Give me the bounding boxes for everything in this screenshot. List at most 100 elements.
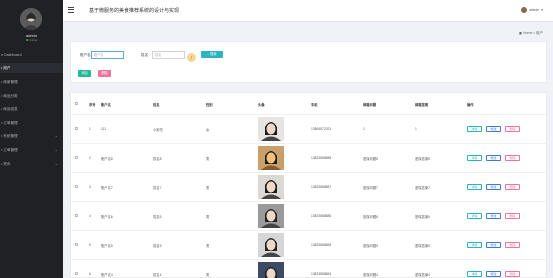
edit-button[interactable]: 修改 <box>486 213 501 219</box>
chevron-down-icon: ⌄ <box>54 147 58 152</box>
row-checkbox[interactable] <box>75 214 78 217</box>
row-checkbox[interactable] <box>75 156 78 159</box>
sidebar-item-label: • 订单管理 <box>1 121 18 125</box>
breadcrumb: Home • 用户 <box>518 31 543 36</box>
breadcrumb-separator: • <box>533 31 535 35</box>
edit-button[interactable]: 修改 <box>486 155 501 161</box>
edit-button[interactable]: 修改 <box>486 126 501 132</box>
cell-account: 账户名8 <box>101 157 113 161</box>
breadcrumb-home[interactable]: Home <box>523 31 533 35</box>
sidebar-item-label: e Dashboard <box>1 53 22 57</box>
table-row: 2 账户名8 姓名8 男 13823888888 密保问题8 密保答案8 详情 修改 删除 <box>71 144 546 173</box>
chevron-down-icon: ⌄ <box>54 161 58 166</box>
cell-phone: 13823888886 <box>311 214 332 218</box>
detail-button[interactable]: 详情 <box>467 213 482 219</box>
delete-button[interactable]: 删除 <box>98 70 111 77</box>
delete-row-button[interactable]: 删除 <box>505 242 520 248</box>
cell-answer: 密保答案5 <box>415 244 431 248</box>
delete-row-button[interactable]: 删除 <box>505 126 520 132</box>
cell-phone: 13823888887 <box>311 185 332 189</box>
sidebar-user-status: Online <box>0 38 63 42</box>
search-panel: 账户名 账户名 姓名 姓名 ⌕ 搜索 添加 删除 <box>70 41 547 83</box>
edit-button[interactable]: 修改 <box>486 184 501 190</box>
name-label: 姓名 <box>141 53 149 57</box>
sidebar-item[interactable]: • 订单管理 ⌄ <box>0 145 63 155</box>
row-checkbox[interactable] <box>75 127 78 130</box>
cell-index: 3 <box>89 185 91 189</box>
table-row: 1 111 小彩吃女 13564572321 1 1 详情 修改 删除 <box>71 115 546 144</box>
cell-answer: 密保答案8 <box>415 157 431 161</box>
select-all-checkbox[interactable] <box>75 102 78 105</box>
edit-button[interactable]: 修改 <box>486 271 501 277</box>
edit-button[interactable]: 修改 <box>486 242 501 248</box>
detail-button[interactable]: 详情 <box>467 184 482 190</box>
cell-answer: 密保答案7 <box>415 186 431 190</box>
account-input[interactable]: 账户名 <box>91 51 124 59</box>
cell-account: 账户名6 <box>101 215 113 219</box>
cell-index: 1 <box>89 127 91 131</box>
sidebar-item[interactable]: • 商品信息 <box>0 104 63 114</box>
sidebar: admin Online e Dashboard • 用户 • 商家管理 • 商品分类… <box>0 0 63 278</box>
row-avatar-image <box>258 175 284 199</box>
sidebar-item-label: • 商品分类 <box>1 94 18 98</box>
cell-phone: 13823888888 <box>311 156 332 160</box>
name-input[interactable]: 姓名 <box>152 51 185 59</box>
sidebar-item-label: • 用户 <box>1 66 11 70</box>
chevron-down-icon: ⌄ <box>54 133 58 138</box>
sidebar-item[interactable]: • 系统管理 ⌄ <box>0 131 63 141</box>
table-row: 4 账户名6 姓名6 男 13823888886 密保问题6 密保答案6 详情 修改 删除 <box>71 202 546 231</box>
delete-row-button[interactable]: 删除 <box>505 184 520 190</box>
th-actions: 操作 <box>467 103 474 107</box>
detail-button[interactable]: 详情 <box>467 126 482 132</box>
detail-button[interactable]: 详情 <box>467 242 482 248</box>
cell-gender: 女 <box>206 128 210 132</box>
cell-gender: 男 <box>206 273 210 277</box>
cell-question: 密保问题6 <box>363 215 379 219</box>
online-dot-icon <box>25 39 28 42</box>
sidebar-item[interactable]: • 用户 <box>0 63 63 73</box>
sidebar-item[interactable]: • 资讯 ⌄ <box>0 159 63 169</box>
top-user-avatar <box>521 7 528 13</box>
th-avatar: 头像 <box>258 103 265 107</box>
delete-row-button[interactable]: 删除 <box>505 155 520 161</box>
cell-name: 姓名8 <box>153 157 162 161</box>
th-index: 序号 <box>89 103 96 107</box>
sidebar-item[interactable]: • 商品分类 <box>0 91 63 101</box>
sidebar-item[interactable]: • 商家管理 <box>0 77 63 87</box>
delete-row-button[interactable]: 删除 <box>505 271 520 277</box>
add-button[interactable]: 添加 <box>78 70 91 77</box>
row-avatar-image <box>258 117 284 141</box>
cell-question: 1 <box>363 127 365 131</box>
detail-button[interactable]: 详情 <box>467 155 482 161</box>
cell-index: 4 <box>89 214 91 218</box>
cell-question: 密保问题7 <box>363 186 379 190</box>
sidebar-item-label: • 商家管理 <box>1 80 18 84</box>
sidebar-item[interactable]: • 订单管理 <box>0 118 63 128</box>
cursor-indicator-icon: I <box>187 53 196 62</box>
table-header-row: 序号 账户名 姓名 性别 头像 手机 邮箱问题 邮箱答案 操作 <box>71 93 546 115</box>
th-name: 姓名 <box>153 103 160 107</box>
cell-answer: 1 <box>415 127 417 131</box>
th-gender: 性别 <box>206 103 213 107</box>
sidebar-item-label: • 系统管理 <box>1 134 18 138</box>
menu-toggle-icon[interactable] <box>68 7 74 13</box>
search-button[interactable]: ⌕ 搜索 <box>201 51 223 58</box>
cell-gender: 男 <box>206 186 210 190</box>
delete-row-button[interactable]: 删除 <box>505 213 520 219</box>
cell-account: 111 <box>101 127 107 131</box>
cell-gender: 男 <box>206 215 210 219</box>
sidebar-item[interactable]: e Dashboard <box>0 50 63 60</box>
th-question: 邮箱问题 <box>363 103 377 107</box>
cell-gender: 男 <box>206 244 210 248</box>
cell-index: 5 <box>89 243 91 247</box>
row-checkbox[interactable] <box>75 272 78 275</box>
cell-name: 姓名6 <box>153 215 162 219</box>
top-user-menu[interactable]: admin ▾ <box>521 6 543 14</box>
cell-phone: 13564572321 <box>311 127 332 131</box>
table-row: 6 账户名4 姓名4 男 13823888884 密保问题4 密保答案4 详情 修改 删除 <box>71 260 546 278</box>
row-checkbox[interactable] <box>75 185 78 188</box>
cell-question: 密保问题5 <box>363 244 379 248</box>
detail-button[interactable]: 详情 <box>467 271 482 277</box>
row-checkbox[interactable] <box>75 243 78 246</box>
app-title: 基于微服务的美食推荐系统的设计与实现 <box>89 8 180 14</box>
